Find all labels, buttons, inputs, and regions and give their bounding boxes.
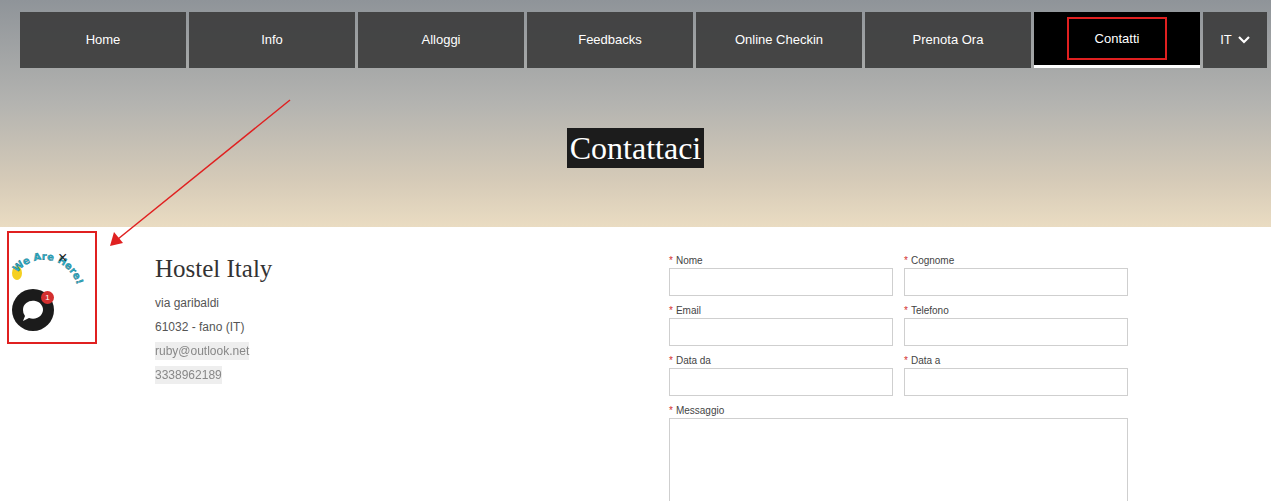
text-input[interactable] — [669, 268, 893, 296]
required-mark: * — [669, 255, 673, 266]
chat-caption: We Are Here! — [11, 251, 86, 286]
hostel-name: Hostel Italy — [155, 254, 669, 284]
required-mark: * — [669, 355, 673, 366]
nav-item[interactable]: Info — [189, 12, 355, 68]
address-line: via garibaldi — [155, 294, 219, 312]
nav-item[interactable]: Online Checkin — [696, 12, 862, 68]
required-mark: * — [904, 355, 908, 366]
address-line: 61032 - fano (IT) — [155, 318, 244, 336]
content: Hostel Italy via garibaldi 61032 - fano (I… — [0, 227, 1271, 501]
nav-item[interactable]: Prenota Ora — [865, 12, 1031, 68]
message-textarea[interactable] — [669, 418, 1128, 501]
text-input[interactable] — [904, 268, 1128, 296]
close-button[interactable]: × — [58, 249, 67, 267]
nav-item[interactable]: Contatti — [1034, 12, 1200, 68]
page: HomeInfoAlloggiFeedbacksOnline CheckinPr… — [0, 0, 1271, 501]
form-field: *Data da — [669, 354, 893, 396]
contact-info: Hostel Italy via garibaldi 61032 - fano (I… — [155, 254, 669, 501]
required-mark: * — [904, 305, 908, 316]
form-field: *Telefono — [904, 304, 1128, 346]
nav-item[interactable]: Alloggi — [358, 12, 524, 68]
text-input[interactable] — [669, 368, 893, 396]
text-input[interactable] — [904, 368, 1128, 396]
nav-item[interactable]: Feedbacks — [527, 12, 693, 68]
contact-form: *Nome *Cognome *Email *Telefono *Data da *Dat… — [669, 254, 1128, 501]
form-field: *Data a — [904, 354, 1128, 396]
language-select[interactable]: IT — [1203, 12, 1267, 68]
form-field: *Cognome — [904, 254, 1128, 296]
chat-widget-icon: We Are Here! — [9, 233, 95, 342]
chat-badge: 1 — [41, 291, 54, 304]
highlight-box: Contatti — [1067, 17, 1168, 61]
text-input[interactable] — [904, 318, 1128, 346]
hero: HomeInfoAlloggiFeedbacksOnline CheckinPr… — [0, 0, 1271, 227]
chat-widget[interactable]: We Are Here!× 1 — [7, 231, 97, 344]
blurred-line: 3338962189 — [155, 366, 222, 384]
required-mark: * — [904, 255, 908, 266]
chevron-down-icon — [1238, 36, 1250, 44]
blurred-line: ruby@outlook.net — [155, 342, 249, 360]
form-field: *Messaggio — [669, 404, 1128, 501]
text-input[interactable] — [669, 318, 893, 346]
form-field: *Email — [669, 304, 893, 346]
required-mark: * — [669, 305, 673, 316]
annotation-arrow-icon — [0, 0, 1271, 501]
nav-bar: HomeInfoAlloggiFeedbacksOnline CheckinPr… — [20, 12, 1267, 68]
required-mark: * — [669, 405, 673, 416]
nav-item[interactable]: Home — [20, 12, 186, 68]
hero-title: Contattaci — [567, 128, 705, 168]
form-field: *Nome — [669, 254, 893, 296]
